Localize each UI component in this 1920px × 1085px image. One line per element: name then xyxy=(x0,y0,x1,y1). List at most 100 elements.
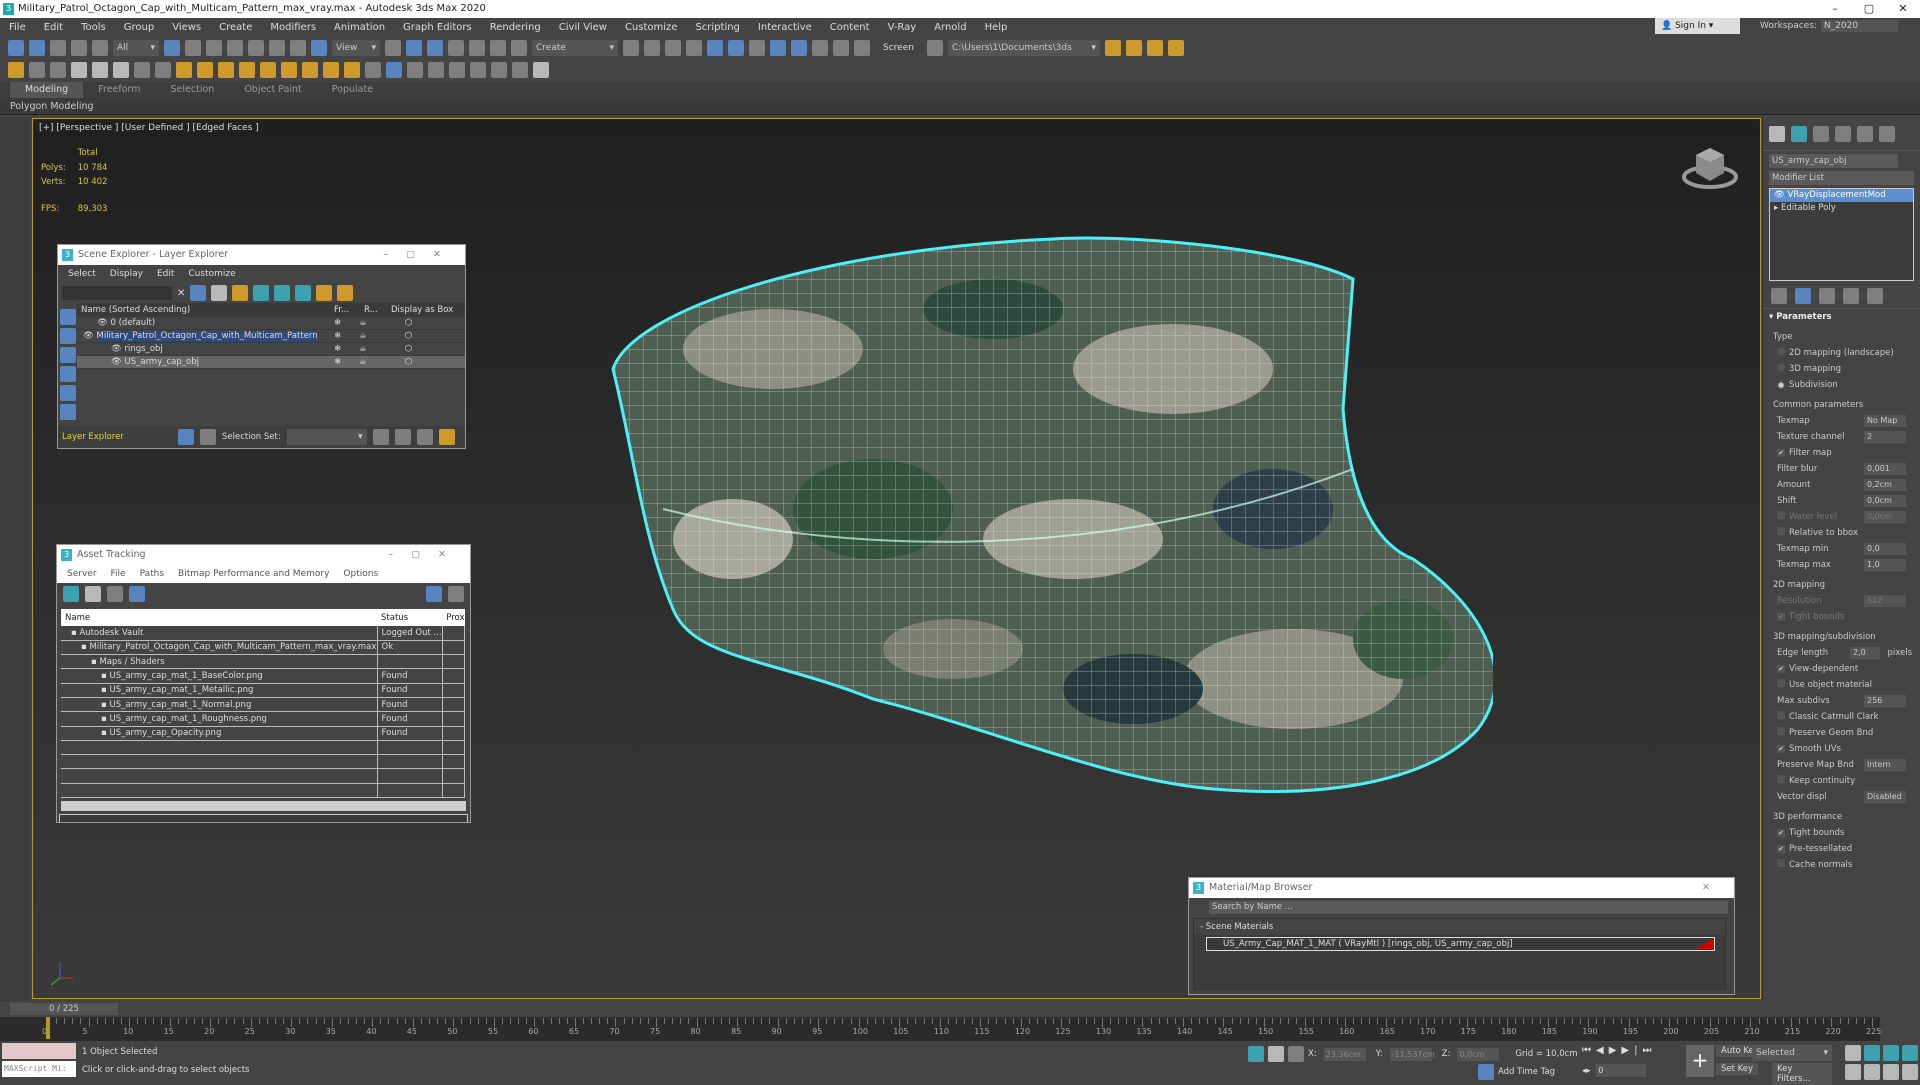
rendered-frame-icon[interactable] xyxy=(812,40,828,56)
toon-icon[interactable] xyxy=(491,62,507,78)
vray-lights-icon[interactable] xyxy=(8,62,24,78)
visibility-eye-icon[interactable]: 👁 xyxy=(111,344,125,354)
thumbnail-icon[interactable] xyxy=(107,586,123,602)
time-tag-icon[interactable] xyxy=(1478,1064,1494,1080)
remove-modifier-icon[interactable] xyxy=(1843,288,1859,304)
scale-icon[interactable] xyxy=(290,40,306,56)
layer-row[interactable]: 👁 Military_Patrol_Octagon_Cap_with_Multi… xyxy=(77,330,465,343)
ribbon-tab-modeling[interactable]: Modeling xyxy=(10,82,84,98)
menu-v-ray[interactable]: V-Ray xyxy=(879,22,926,33)
menu-tools[interactable]: Tools xyxy=(72,22,115,33)
param-2d-mapping-landscape-[interactable]: 2D mapping (landscape) xyxy=(1763,345,1920,361)
table-view-icon[interactable] xyxy=(129,586,145,602)
sphere-icon[interactable] xyxy=(92,62,108,78)
camera-icon[interactable] xyxy=(155,62,171,78)
vault-help-icon[interactable] xyxy=(448,586,464,602)
fur-icon[interactable] xyxy=(344,62,360,78)
param-resolution[interactable]: Resolution 512 xyxy=(1763,593,1920,609)
param-value-field[interactable]: 2,0 xyxy=(1850,647,1880,659)
spacewarps-filter-icon[interactable] xyxy=(60,404,76,420)
column-name[interactable]: Name xyxy=(61,609,378,626)
column-display-as-box[interactable]: Display as Box xyxy=(391,303,453,317)
placement-icon[interactable] xyxy=(311,40,327,56)
param-amount[interactable]: Amount 0,2cm xyxy=(1763,477,1920,493)
timeline-ruler[interactable]: 0 5 10 15 20 25 30 35 40 45 50 55 60 65 70 75 80 85 90 95 10… xyxy=(0,1017,1881,1041)
zoom-extents-icon[interactable] xyxy=(1883,1045,1899,1061)
column-proxy[interactable]: Prox xyxy=(442,609,465,626)
param-pre-tessellated[interactable]: ✔ Pre-tessellated xyxy=(1763,841,1920,857)
modifier-stack-item[interactable]: 👁 VRayDisplacementMod xyxy=(1770,189,1913,202)
sun-light-icon[interactable] xyxy=(281,62,297,78)
omni-light-icon[interactable] xyxy=(176,62,192,78)
display-as-box-icon[interactable]: ⬡ xyxy=(405,330,412,342)
hierarchy-icon[interactable] xyxy=(274,285,291,301)
explorer-mode-dropdown[interactable]: Layer Explorer xyxy=(62,432,172,442)
param-value-field[interactable]: Intern xyxy=(1864,759,1906,771)
material-icon[interactable] xyxy=(449,62,465,78)
asset-row[interactable]: ▪ US_army_cap_mat_1_Metallic.png Found xyxy=(61,683,466,698)
angle-snap-icon[interactable] xyxy=(448,40,464,56)
display-tab-icon[interactable] xyxy=(1857,126,1873,142)
param-value-field[interactable]: 512 xyxy=(1864,595,1906,607)
param-value-field[interactable]: No Map xyxy=(1864,415,1906,427)
asset-tracking-titlebar[interactable]: 3 Asset Tracking –▢✕ xyxy=(57,545,470,565)
time-slider-thumb[interactable]: 0 / 225 xyxy=(10,1003,118,1015)
sel-set-2-icon[interactable] xyxy=(394,429,411,445)
asset-path-field[interactable] xyxy=(59,814,468,822)
layer-explorer-icon[interactable] xyxy=(686,40,702,56)
param-smooth-uvs[interactable]: ✔ Smooth UVs xyxy=(1763,741,1920,757)
undo-icon[interactable] xyxy=(8,40,24,56)
reference-coord-dropdown[interactable]: View xyxy=(332,40,380,56)
menu-interactive[interactable]: Interactive xyxy=(749,22,821,33)
checkbox[interactable] xyxy=(1777,711,1785,719)
rotate-icon[interactable] xyxy=(269,40,285,56)
window-controls[interactable]: –▢✕ xyxy=(383,245,459,265)
zoom-all-icon[interactable] xyxy=(1864,1045,1880,1061)
sel-set-1-icon[interactable] xyxy=(372,429,389,445)
new-layer-icon[interactable] xyxy=(232,285,249,301)
frame-buffer-icon[interactable] xyxy=(512,62,528,78)
isolate-icon[interactable] xyxy=(1248,1046,1264,1062)
maxscript-mini-listener[interactable]: MAXScript Mi: xyxy=(2,1061,76,1077)
param-value-field[interactable]: 2 xyxy=(1864,431,1906,443)
checkbox[interactable]: ✔ xyxy=(1777,845,1785,853)
layer-row[interactable]: 👁 0 (default) ❄ ☕ ⬡ xyxy=(77,317,465,330)
sel-set-3-icon[interactable] xyxy=(416,429,433,445)
viewcube-icon[interactable] xyxy=(1680,141,1740,191)
y-coordinate-field[interactable]: -11,537cm xyxy=(1389,1047,1435,1061)
menu-options[interactable]: Options xyxy=(343,569,378,579)
menu-select[interactable]: Select xyxy=(68,269,96,279)
maximize-button[interactable]: ▢ xyxy=(1852,0,1886,18)
param-tight-bounds[interactable]: ✔ Tight bounds xyxy=(1763,825,1920,841)
render-icon[interactable] xyxy=(833,40,849,56)
display-as-box-icon[interactable]: ⬡ xyxy=(405,317,412,329)
ribbon-tab-populate[interactable]: Populate xyxy=(317,82,388,98)
param-value-field[interactable]: Disabled xyxy=(1864,791,1906,803)
param-filter-blur[interactable]: Filter blur 0,001 xyxy=(1763,461,1920,477)
menu-create[interactable]: Create xyxy=(210,22,261,33)
modifier-stack-item[interactable]: ▸ Editable Poly xyxy=(1770,202,1913,215)
close-button[interactable]: ✕ xyxy=(1702,878,1728,898)
horizontal-scrollbar[interactable] xyxy=(61,801,466,812)
vray-logo-icon[interactable] xyxy=(533,62,549,78)
zoom-icon[interactable] xyxy=(1845,1045,1861,1061)
asset-row[interactable]: ▪ Maps / Shaders xyxy=(61,654,466,670)
checkbox[interactable]: ✔ xyxy=(1777,665,1785,673)
ribbon-tab-selection[interactable]: Selection xyxy=(156,82,230,98)
key-mode-dropdown[interactable]: Selected xyxy=(1752,1045,1832,1061)
ribbon-tab-freeform[interactable]: Freeform xyxy=(83,82,155,98)
material-search-input[interactable]: Search by Name ... xyxy=(1209,901,1728,914)
scene-explorer-titlebar[interactable]: 3 Scene Explorer - Layer Explorer –▢✕ xyxy=(58,245,465,265)
checkbox[interactable] xyxy=(1777,527,1785,535)
freeze-icon[interactable] xyxy=(337,285,354,301)
modify-tab-icon[interactable] xyxy=(1791,126,1807,142)
checkbox[interactable] xyxy=(1777,511,1785,519)
modifier-list-dropdown[interactable]: Modifier List xyxy=(1769,171,1914,185)
column-name[interactable]: Name (Sorted Ascending) xyxy=(77,303,334,317)
param-keep-continuity[interactable]: Keep continuity xyxy=(1763,773,1920,789)
ribbon-tab-object-paint[interactable]: Object Paint xyxy=(229,82,316,98)
param-preserve-geom-bnd[interactable]: Preserve Geom Bnd xyxy=(1763,725,1920,741)
material-editor-icon[interactable] xyxy=(770,40,786,56)
checkbox[interactable]: ✔ xyxy=(1777,613,1785,621)
toggle-ribbon-icon[interactable] xyxy=(707,40,723,56)
